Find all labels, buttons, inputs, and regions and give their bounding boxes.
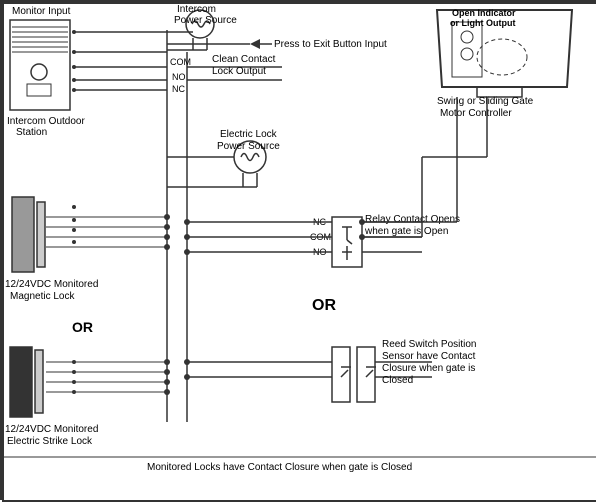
monitor-input-label: Monitor Input [12,6,71,17]
open-indicator-label: Open Indicator [452,8,516,18]
magnetic-lock-label: 12/24VDC Monitored [5,279,98,290]
clean-contact-label: Clean Contact [212,54,276,65]
reed-switch-label3: Closure when gate is [382,363,475,374]
intercom-outdoor-label: Intercom Outdoor [7,116,85,127]
or-label1: OR [72,319,93,335]
reed-switch-label4: Closed [382,375,413,386]
press-to-exit-label: Press to Exit Button Input [274,39,387,50]
elec-lock-power-label2: Power Source [217,141,280,152]
reed-switch-label: Reed Switch Position [382,339,477,350]
open-indicator-label2: or Light Output [450,18,515,28]
com-label: COM [170,57,191,67]
or-label2: OR [312,297,336,314]
elec-lock-power-label: Electric Lock [220,129,278,140]
electric-strike-label2: Electric Strike Lock [7,436,93,447]
intercom-power-label2: Power Source [174,15,237,26]
magnetic-lock-label2: Magnetic Lock [10,291,75,302]
electric-strike-label: 12/24VDC Monitored [5,424,98,435]
intercom-power-label: Intercom [177,4,216,15]
monitored-locks-label: Monitored Locks have Contact Closure whe… [147,462,412,473]
intercom-outdoor-label2: Station [16,127,47,138]
relay-contact-label: Relay Contact Opens [365,214,460,225]
clean-contact-label2: Lock Output [212,66,266,77]
swing-gate-label: Swing or Sliding Gate [437,96,534,107]
relay-contact-label2: when gate is Open [364,226,448,237]
swing-gate-label2: Motor Controller [440,108,512,119]
nc-label: NC [172,84,185,94]
wiring-diagram: Monitor Input Intercom Outdoor Station I… [0,0,596,500]
reed-switch-label2: Sensor have Contact [382,351,476,362]
no-label: NO [172,72,186,82]
